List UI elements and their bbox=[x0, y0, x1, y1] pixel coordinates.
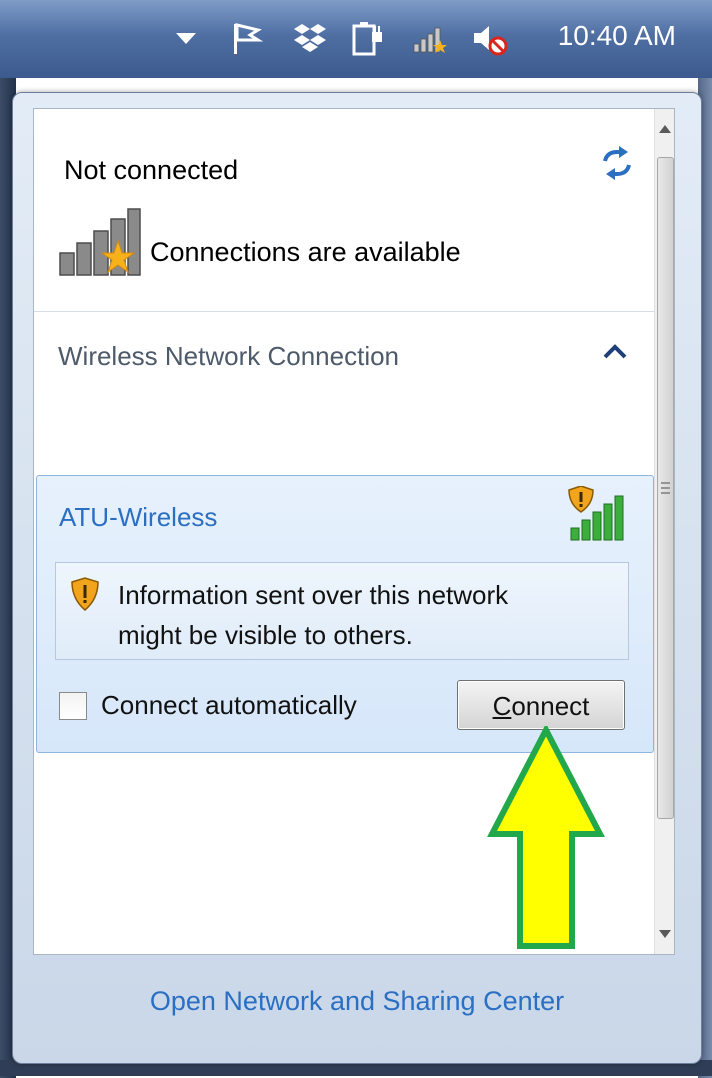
connect-button-label: onnect bbox=[511, 691, 590, 721]
divider bbox=[34, 311, 654, 312]
open-network-sharing-center-link[interactable]: Open Network and Sharing Center bbox=[13, 986, 701, 1017]
scroll-up-arrow-icon[interactable] bbox=[655, 109, 675, 149]
chevron-up-icon[interactable] bbox=[602, 341, 628, 361]
connect-button[interactable]: Connect bbox=[457, 680, 625, 730]
clock[interactable]: 10:40 AM bbox=[558, 20, 676, 52]
connect-automatically-label[interactable]: Connect automatically bbox=[101, 690, 357, 721]
warning-line: might be visible to others. bbox=[118, 620, 413, 650]
action-center-flag-icon[interactable] bbox=[226, 18, 266, 58]
unsecured-signal-icon bbox=[568, 486, 624, 541]
scrollbar-thumb[interactable] bbox=[657, 157, 674, 819]
dropbox-icon[interactable] bbox=[290, 18, 330, 58]
network-icon[interactable] bbox=[410, 18, 450, 58]
volume-muted-icon[interactable] bbox=[468, 18, 508, 58]
section-header[interactable]: Wireless Network Connection bbox=[58, 341, 399, 372]
network-name: ATU-Wireless bbox=[59, 502, 218, 532]
connection-status: Not connected bbox=[64, 155, 239, 185]
warning-line: Information sent over this network bbox=[118, 580, 509, 610]
network-signal-icon bbox=[59, 208, 141, 276]
security-warning: Information sent over this network might… bbox=[55, 562, 629, 660]
connect-automatically-checkbox[interactable] bbox=[59, 692, 87, 720]
show-hidden-icons-icon[interactable] bbox=[166, 18, 206, 58]
scroll-down-arrow-icon[interactable] bbox=[655, 914, 675, 954]
taskbar: 10:40 AM bbox=[0, 0, 712, 78]
connect-button-mnemonic: C bbox=[492, 691, 512, 721]
scrollbar[interactable] bbox=[654, 109, 675, 954]
warning-shield-icon bbox=[71, 577, 99, 611]
annotation-arrow-icon bbox=[487, 726, 605, 949]
network-item-selected[interactable]: ATU-Wireless Information sent over this … bbox=[36, 475, 654, 753]
power-icon[interactable] bbox=[348, 18, 388, 58]
refresh-icon[interactable] bbox=[597, 145, 637, 181]
warning-text: Information sent over this network might… bbox=[118, 575, 508, 655]
availability-text: Connections are available bbox=[150, 237, 461, 267]
scroll-grip-icon bbox=[661, 482, 670, 494]
